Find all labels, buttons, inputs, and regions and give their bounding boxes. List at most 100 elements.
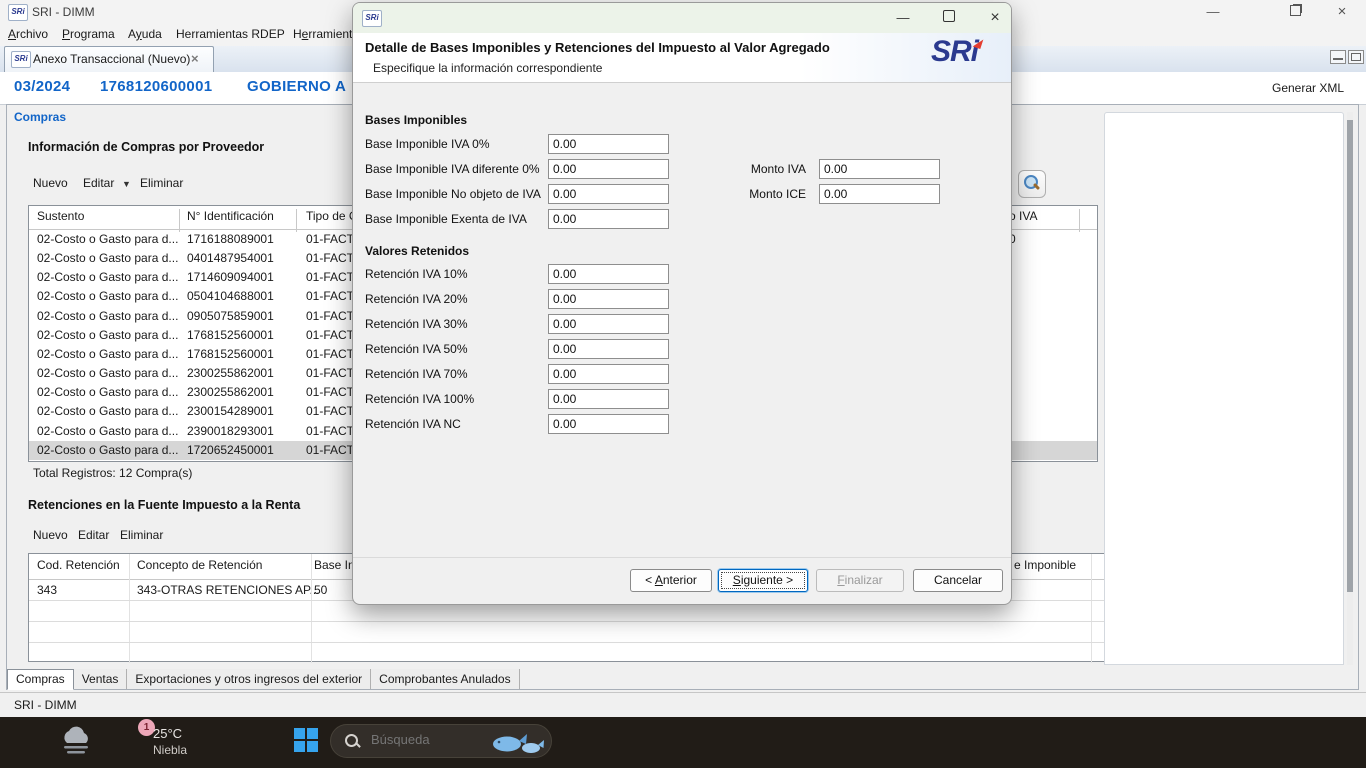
- siguiente-button[interactable]: Siguiente >: [718, 569, 808, 592]
- retencion-20-input[interactable]: [548, 289, 669, 309]
- search-provider-button[interactable]: [1018, 170, 1046, 198]
- tab-anexo-transaccional[interactable]: SRi Anexo Transaccional (Nuevo) ×: [4, 46, 214, 72]
- retenciones-nuevo-button[interactable]: Nuevo: [33, 528, 68, 542]
- statusbar: SRI - DIMM: [0, 692, 1366, 717]
- section-compras-label[interactable]: Compras: [14, 110, 66, 124]
- menu-ayuda[interactable]: Ayuda: [128, 27, 162, 41]
- col-identificacion[interactable]: N° Identificación: [187, 209, 274, 223]
- generar-xml-link[interactable]: Generar XML: [1272, 81, 1344, 95]
- retencion-10-input[interactable]: [548, 264, 669, 284]
- col-base-imponible-right[interactable]: e Imponible: [1014, 558, 1076, 572]
- base-iva0-input[interactable]: [548, 134, 669, 154]
- menu-programa[interactable]: Programa: [62, 27, 115, 41]
- menu-archivo[interactable]: Archivo: [8, 27, 48, 41]
- col-monto-iva[interactable]: o IVA: [1009, 209, 1037, 223]
- tab-compras[interactable]: Compras: [7, 669, 74, 690]
- monto-iva-label: Monto IVA: [726, 162, 806, 176]
- restore-button[interactable]: [1278, 2, 1312, 22]
- compras-subtitle: Información de Compras por Proveedor: [28, 140, 264, 154]
- dialog-sri-icon: SRi: [362, 10, 382, 27]
- retenciones-editar-button[interactable]: Editar: [78, 528, 109, 542]
- app-icon: SRi: [8, 4, 28, 21]
- tab-sri-icon: SRi: [11, 51, 31, 68]
- dialog-separator: [353, 557, 1011, 558]
- monto-ice-label: Monto ICE: [726, 187, 806, 201]
- statusbar-text: SRI - DIMM: [14, 698, 77, 712]
- tab-ventas[interactable]: Ventas: [74, 669, 128, 689]
- finalizar-button: Finalizar: [816, 569, 904, 592]
- retencion-70-input[interactable]: [548, 364, 669, 384]
- cancelar-button[interactable]: Cancelar: [913, 569, 1003, 592]
- monto-iva-input[interactable]: [819, 159, 940, 179]
- base-no-objeto-input[interactable]: [548, 184, 669, 204]
- dialog-title: Detalle de Bases Imponibles y Retencione…: [365, 40, 830, 55]
- col-tipo[interactable]: Tipo de C: [306, 209, 358, 223]
- dialog-maximize-button[interactable]: [931, 7, 967, 29]
- weather-widget[interactable]: 1 25°C Niebla: [50, 717, 250, 768]
- search-input[interactable]: [369, 731, 493, 748]
- taskbar: 1 25°C Niebla X ƒ W: [0, 717, 1366, 768]
- base-iva-dif0-input[interactable]: [548, 159, 669, 179]
- view-minimize-icon[interactable]: [1330, 50, 1346, 64]
- menu-herramientas[interactable]: Herramient: [293, 27, 352, 41]
- field-label: Retención IVA 70%: [365, 367, 468, 381]
- dialog-header: Detalle de Bases Imponibles y Retencione…: [353, 33, 1011, 83]
- sri-logo: SRi: [931, 35, 978, 69]
- retenidos-section-title: Valores Retenidos: [365, 244, 469, 258]
- col-cod-retencion[interactable]: Cod. Retención: [37, 558, 120, 572]
- app-title: SRI - DIMM: [32, 5, 95, 19]
- field-label: Retención IVA 20%: [365, 292, 468, 306]
- monto-ice-input[interactable]: [819, 184, 940, 204]
- dialog-subtitle: Especifique la información correspondien…: [373, 61, 602, 75]
- weather-condition: Niebla: [153, 743, 187, 757]
- tab-label: Anexo Transaccional (Nuevo): [33, 52, 190, 66]
- retencion-100-input[interactable]: [548, 389, 669, 409]
- tab-close-icon[interactable]: ×: [191, 51, 199, 66]
- compras-eliminar-button[interactable]: Eliminar: [140, 176, 183, 190]
- bases-section-title: Bases Imponibles: [365, 113, 467, 127]
- col-concepto[interactable]: Concepto de Retención: [137, 558, 262, 572]
- retencion-30-input[interactable]: [548, 314, 669, 334]
- retencion-50-input[interactable]: [548, 339, 669, 359]
- field-label: Retención IVA 10%: [365, 267, 468, 281]
- tab-exportaciones[interactable]: Exportaciones y otros ingresos del exter…: [127, 669, 371, 689]
- menu-herramientas-rdep[interactable]: Herramientas RDEP: [176, 27, 285, 41]
- taskbar-search[interactable]: [330, 724, 552, 758]
- restore-icon: [1290, 5, 1301, 16]
- tab-comprobantes-anulados[interactable]: Comprobantes Anulados: [371, 669, 519, 689]
- field-label: Retención IVA 50%: [365, 342, 468, 356]
- maximize-icon: [943, 10, 955, 22]
- view-maximize-icon[interactable]: [1348, 50, 1364, 64]
- close-button[interactable]: ×: [1325, 2, 1359, 22]
- field-label: Base Imponible IVA diferente 0%: [365, 162, 540, 176]
- col-base-imponible[interactable]: Base In: [314, 558, 355, 572]
- retenciones-title: Retenciones en la Fuente Impuesto a la R…: [28, 498, 300, 512]
- anterior-button[interactable]: < Anterior: [630, 569, 712, 592]
- taxpayer-label: GOBIERNO A: [247, 78, 346, 95]
- compras-editar-button[interactable]: Editar: [83, 176, 114, 190]
- retencion-nc-input[interactable]: [548, 414, 669, 434]
- field-label: Retención IVA 100%: [365, 392, 474, 406]
- fog-cloud-icon: [58, 725, 96, 757]
- period-label: 03/2024: [14, 78, 70, 95]
- detail-panel: [1104, 112, 1344, 665]
- screen: SRi SRI - DIMM — × Archivo Programa Ayud…: [0, 0, 1366, 768]
- dialog-close-button[interactable]: ×: [977, 7, 1012, 29]
- search-decoration-whales-icon: [489, 728, 545, 756]
- minimize-button[interactable]: —: [1196, 2, 1230, 22]
- compras-nuevo-button[interactable]: Nuevo: [33, 176, 68, 190]
- ruc-label: 1768120600001: [100, 78, 212, 95]
- scrollbar-thumb[interactable]: [1347, 120, 1353, 592]
- detalle-bases-dialog: SRi — × Detalle de Bases Imponibles y Re…: [352, 2, 1012, 605]
- base-exenta-input[interactable]: [548, 209, 669, 229]
- field-label: Retención IVA 30%: [365, 317, 468, 331]
- field-label: Base Imponible Exenta de IVA: [365, 212, 527, 226]
- retenciones-eliminar-button[interactable]: Eliminar: [120, 528, 163, 542]
- vertical-scrollbar[interactable]: [1347, 112, 1353, 665]
- dialog-titlebar: SRi — ×: [353, 3, 1011, 33]
- dialog-minimize-button[interactable]: —: [885, 7, 921, 29]
- col-sustento[interactable]: Sustento: [37, 209, 84, 223]
- start-button[interactable]: [294, 728, 318, 752]
- field-label: Retención IVA NC: [365, 417, 461, 431]
- editar-dropdown-icon[interactable]: ▼: [122, 179, 131, 189]
